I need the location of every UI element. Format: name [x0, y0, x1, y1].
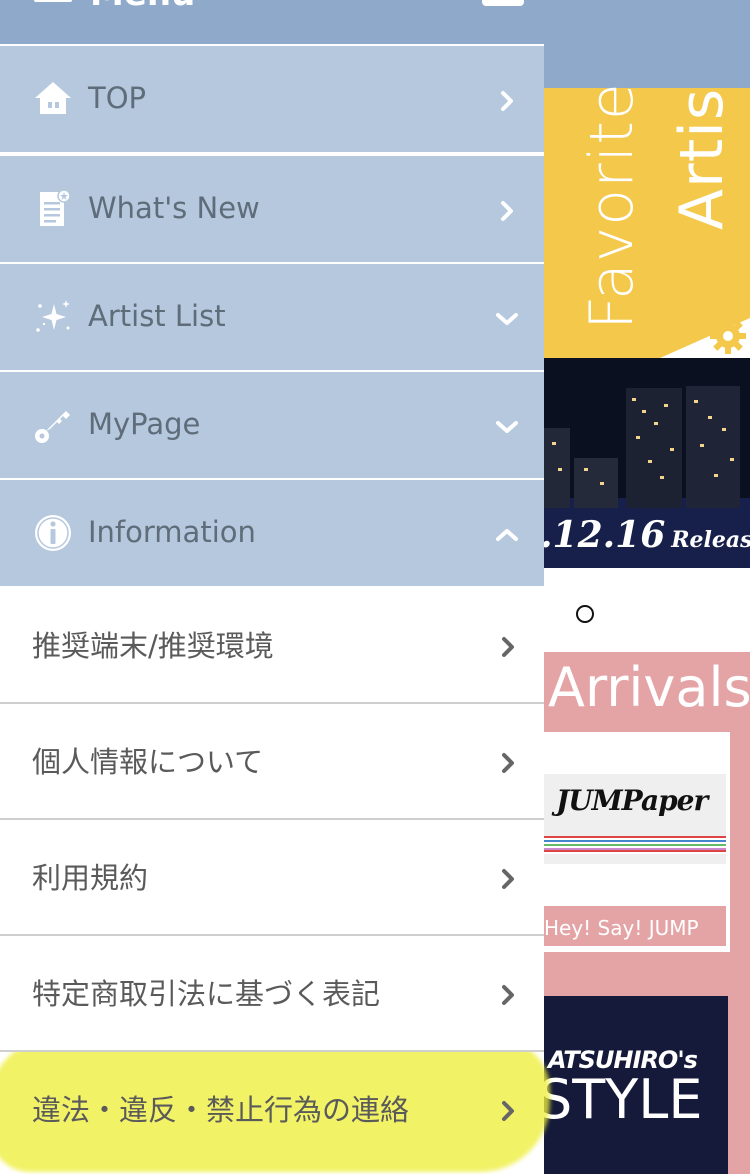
chevron-down-icon	[496, 313, 518, 325]
news-icon	[40, 189, 71, 226]
nav-item-top[interactable]: TOP	[0, 44, 544, 152]
sub-item-label: 利用規約	[32, 861, 149, 895]
close-menu-button[interactable]	[482, 0, 524, 6]
gear-icon	[710, 318, 746, 354]
favorite-banner-text-2: Artis	[667, 87, 737, 230]
release-date-text: .12.16Release	[540, 514, 750, 556]
chevron-right-icon	[502, 1101, 514, 1121]
sub-item-privacy[interactable]: 個人情報について	[0, 704, 544, 820]
arrival-card-2[interactable]: ATSUHIRO's STYLE	[544, 996, 728, 1174]
favorite-banner-text: Favorite	[577, 82, 647, 330]
nav-item-label: Artist List	[88, 299, 226, 333]
arrivals-title: Arrivals	[548, 656, 750, 719]
chevron-right-icon	[502, 985, 514, 1005]
card-image-lines	[544, 836, 726, 854]
sub-item-terms[interactable]: 利用規約	[0, 820, 544, 936]
nav-item-whats-new[interactable]: What's New	[0, 154, 544, 262]
chevron-right-icon	[502, 869, 514, 889]
chevron-right-icon	[501, 91, 513, 111]
sub-item-label: 特定商取引法に基づく表記	[32, 977, 381, 1011]
menu-header: Menu	[0, 0, 544, 44]
chevron-right-icon	[501, 201, 513, 221]
sub-item-label: 推奨端末/推奨環境	[32, 629, 274, 663]
sub-item-label: 違法・違反・禁止行為の連絡	[32, 1093, 410, 1127]
card-artist-tag: Hey! Say! JUMP	[544, 906, 726, 946]
sub-item-label: 個人情報について	[32, 745, 264, 779]
nav-item-label: Information	[88, 515, 256, 549]
chevron-up-icon	[496, 529, 518, 541]
sub-item-recommended-environment[interactable]: 推奨端末/推奨環境	[0, 588, 544, 704]
home-icon	[35, 82, 71, 114]
release-label: Release	[671, 527, 750, 553]
slide-menu: Menu TOP What's New Artist List	[0, 0, 550, 1174]
nav-item-information[interactable]: Information	[0, 478, 544, 586]
chevron-down-icon	[496, 421, 518, 433]
nav-item-artist-list[interactable]: Artist List	[0, 262, 544, 370]
arrival-card-1[interactable]: JUMPaper Hey! Say! JUMP	[544, 732, 730, 952]
circle-marker	[576, 605, 594, 623]
card2-title-line2: STYLE	[544, 1068, 703, 1131]
sub-item-violation-report[interactable]: 違法・違反・禁止行為の連絡	[0, 1052, 544, 1168]
info-icon	[35, 515, 71, 551]
nav-item-label: TOP	[88, 81, 147, 115]
chevron-right-icon	[502, 753, 514, 773]
nav-item-label: What's New	[88, 191, 260, 225]
release-date: .12.16	[540, 514, 666, 556]
card-artist-name: Hey! Say! JUMP	[544, 916, 699, 940]
sparkle-icon	[36, 300, 70, 332]
key-icon	[35, 411, 70, 443]
nav-item-mypage[interactable]: MyPage	[0, 370, 544, 478]
chevron-right-icon	[502, 637, 514, 657]
sub-item-commercial-law[interactable]: 特定商取引法に基づく表記	[0, 936, 544, 1052]
menu-icon	[34, 0, 72, 2]
card-title: JUMPaper	[556, 784, 708, 817]
menu-title: Menu	[90, 0, 195, 14]
nav-item-label: MyPage	[88, 407, 201, 441]
